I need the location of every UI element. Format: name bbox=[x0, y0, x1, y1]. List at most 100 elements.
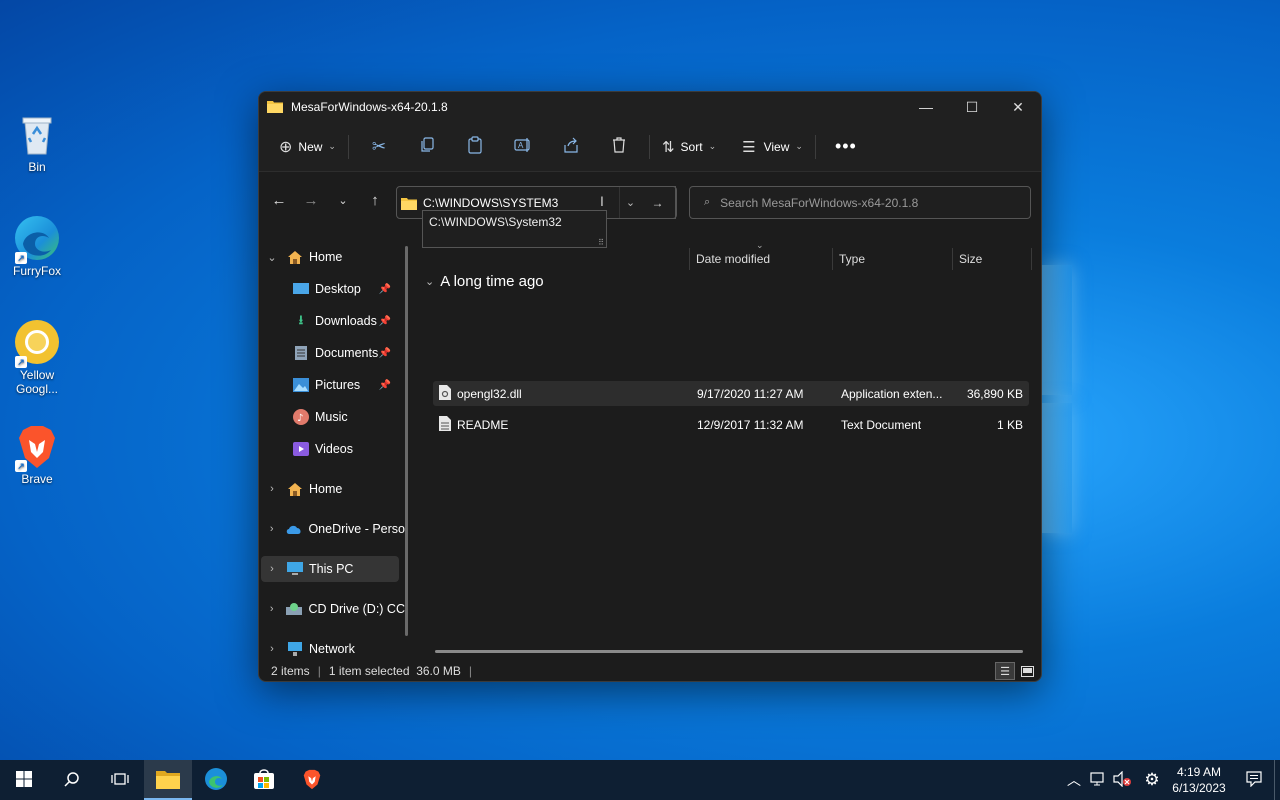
text-file-icon bbox=[439, 416, 451, 434]
dll-file-icon bbox=[439, 385, 451, 403]
file-row[interactable]: README 12/9/2017 11:32 AM Text Document … bbox=[433, 412, 1029, 437]
volume-button[interactable] bbox=[1110, 760, 1134, 800]
new-button[interactable]: ⊕ New ⌄ bbox=[273, 131, 342, 163]
desktop-icon-recycle-bin[interactable]: Bin bbox=[6, 110, 68, 174]
sidebar-item-cd-drive[interactable]: › CD Drive (D:) CC bbox=[265, 596, 405, 622]
sort-button[interactable]: ⇅ Sort ⌄ bbox=[656, 131, 722, 163]
search-box[interactable]: ⌕ Search MesaForWindows-x64-20.1.8 bbox=[689, 186, 1031, 219]
address-autocomplete: C:\WINDOWS\System32 ⠿ bbox=[422, 210, 607, 248]
brave-lion-icon: ↗ bbox=[13, 422, 61, 472]
show-hidden-icons-button[interactable]: ︿ bbox=[1062, 760, 1086, 800]
title-bar[interactable]: MesaForWindows-x64-20.1.8 — ☐ ✕ bbox=[259, 92, 1041, 122]
copy-button[interactable] bbox=[403, 131, 451, 163]
sidebar-item-onedrive[interactable]: › OneDrive - Perso bbox=[265, 516, 405, 542]
column-header-label: Type bbox=[839, 252, 866, 266]
sidebar-item-desktop[interactable]: Desktop 📌 bbox=[293, 276, 399, 302]
view-button[interactable]: ☰ View ⌄ bbox=[736, 131, 809, 163]
more-options-button[interactable]: ••• bbox=[822, 131, 870, 163]
desktop-icon-label: Yellow Googl... bbox=[15, 368, 59, 396]
paste-button[interactable] bbox=[451, 131, 499, 163]
column-header-type[interactable]: Type bbox=[832, 248, 952, 270]
chevron-right-icon[interactable]: › bbox=[265, 523, 278, 535]
group-label: A long time ago bbox=[440, 273, 544, 290]
status-bar: 2 items | 1 item selected 36.0 MB | ☰ bbox=[259, 660, 1041, 681]
sidebar-item-home[interactable]: ⌄ Home bbox=[265, 244, 405, 270]
close-button[interactable]: ✕ bbox=[995, 92, 1041, 122]
forward-button[interactable]: → bbox=[295, 184, 327, 216]
settings-button[interactable]: ⚙ bbox=[1140, 760, 1164, 800]
sidebar-item-label: Videos bbox=[315, 442, 353, 456]
desktop-icon-yellow-google[interactable]: ↗ Yellow Googl... bbox=[6, 318, 68, 396]
sidebar-item-this-pc[interactable]: › This PC bbox=[261, 556, 399, 582]
edge-browser-icon: ↗ bbox=[13, 214, 61, 264]
address-dropdown-button[interactable]: ⌄ bbox=[619, 187, 641, 218]
sidebar-item-documents[interactable]: Documents 📌 bbox=[293, 340, 399, 366]
minimize-button[interactable]: — bbox=[903, 92, 949, 122]
rename-button[interactable]: A bbox=[499, 131, 547, 163]
chevron-right-icon[interactable]: › bbox=[265, 563, 279, 575]
desktop-icon-furryfox[interactable]: ↗ FurryFox bbox=[6, 214, 68, 278]
back-button[interactable]: ← bbox=[263, 184, 295, 216]
cut-button[interactable]: ✂ bbox=[355, 131, 403, 163]
notifications-button[interactable] bbox=[1234, 760, 1274, 800]
maximize-button[interactable]: ☐ bbox=[949, 92, 995, 122]
clock[interactable]: 4:19 AM 6/13/2023 bbox=[1164, 764, 1234, 796]
delete-button[interactable] bbox=[595, 131, 643, 163]
column-header-size[interactable]: Size bbox=[952, 248, 1032, 270]
command-bar: ⊕ New ⌄ ✂ A ⇅ Sort ⌄ ☰ View ⌄ ••• bbox=[259, 122, 1041, 172]
recent-locations-button[interactable]: ⌄ bbox=[327, 184, 359, 216]
up-button[interactable]: ↑ bbox=[359, 184, 391, 216]
sidebar-item-pictures[interactable]: Pictures 📌 bbox=[293, 372, 399, 398]
column-header-date[interactable]: Date modified ⌄ bbox=[689, 240, 832, 270]
chevron-right-icon[interactable]: › bbox=[265, 643, 279, 655]
chevron-right-icon[interactable]: › bbox=[265, 603, 278, 615]
navigation-pane: ⌄ Home Desktop 📌 ⭳ Downloads 📌 Documents… bbox=[259, 238, 409, 656]
shortcut-arrow-icon: ↗ bbox=[15, 356, 27, 368]
clock-date: 6/13/2023 bbox=[1172, 781, 1226, 795]
arrow-up-icon: ↑ bbox=[371, 191, 379, 209]
chevron-down-icon: ⌄ bbox=[425, 276, 435, 288]
horizontal-scrollbar[interactable] bbox=[435, 650, 1023, 653]
details-view-button[interactable]: ☰ bbox=[995, 662, 1015, 680]
autocomplete-item[interactable]: C:\WINDOWS\System32 bbox=[429, 215, 600, 229]
shortcut-arrow-icon: ↗ bbox=[15, 460, 27, 472]
details-view-icon: ☰ bbox=[1000, 665, 1010, 678]
sidebar-item-home-2[interactable]: › Home bbox=[265, 476, 405, 502]
chevron-down-icon: ⌄ bbox=[328, 141, 336, 151]
file-list-pane: Date modified ⌄ Type Size ⌄ A long time … bbox=[417, 238, 1041, 642]
sidebar-scrollbar[interactable] bbox=[405, 246, 408, 636]
desktop-icon-brave[interactable]: ↗ Brave bbox=[6, 422, 68, 486]
home-icon bbox=[287, 481, 303, 497]
sidebar-item-videos[interactable]: Videos bbox=[293, 436, 399, 462]
sidebar-item-label: Home bbox=[309, 482, 343, 496]
file-date: 9/17/2020 11:27 AM bbox=[697, 387, 804, 401]
file-row[interactable]: opengl32.dll 9/17/2020 11:27 AM Applicat… bbox=[433, 381, 1029, 406]
task-view-button[interactable] bbox=[96, 760, 144, 800]
taskbar-brave[interactable] bbox=[288, 760, 336, 800]
sidebar-item-label: Desktop bbox=[315, 282, 361, 296]
file-explorer-window: MesaForWindows-x64-20.1.8 — ☐ ✕ ⊕ New ⌄ … bbox=[258, 91, 1042, 682]
show-desktop-button[interactable] bbox=[1274, 760, 1280, 800]
network-monitor-icon bbox=[1090, 771, 1106, 789]
taskbar-store[interactable] bbox=[240, 760, 288, 800]
item-count: 2 items bbox=[271, 664, 310, 678]
sidebar-item-downloads[interactable]: ⭳ Downloads 📌 bbox=[293, 308, 399, 334]
go-button[interactable]: → bbox=[640, 186, 676, 219]
share-button[interactable] bbox=[547, 131, 595, 163]
group-header[interactable]: ⌄ A long time ago bbox=[425, 273, 544, 290]
address-input[interactable] bbox=[423, 195, 603, 210]
chevron-down-icon[interactable]: ⌄ bbox=[265, 251, 279, 264]
brave-lion-icon bbox=[301, 767, 323, 794]
network-status-button[interactable] bbox=[1086, 760, 1110, 800]
resize-grip-icon[interactable]: ⠿ bbox=[598, 238, 604, 247]
sidebar-item-network[interactable]: › Network bbox=[265, 636, 405, 662]
tiles-view-button[interactable] bbox=[1017, 662, 1037, 680]
computer-monitor-icon bbox=[287, 561, 303, 577]
sidebar-item-music[interactable]: ♪ Music bbox=[293, 404, 399, 430]
search-button[interactable] bbox=[48, 760, 96, 800]
start-button[interactable] bbox=[0, 760, 48, 800]
taskbar-edge[interactable] bbox=[192, 760, 240, 800]
chevron-right-icon[interactable]: › bbox=[265, 483, 279, 495]
taskbar-file-explorer[interactable] bbox=[144, 760, 192, 800]
music-note-icon: ♪ bbox=[293, 409, 309, 425]
